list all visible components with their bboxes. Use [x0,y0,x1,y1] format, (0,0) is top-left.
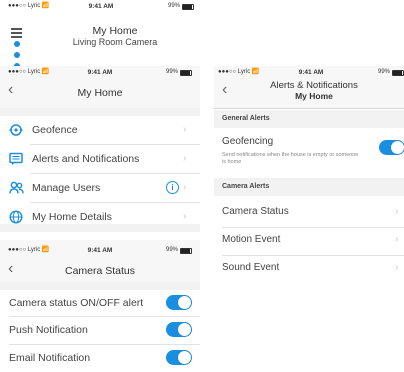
chat-icon [9,152,23,165]
battery-percent: 99% [165,69,178,75]
my-home-title: My Home [77,87,123,99]
menu-item-label: Manage Users [32,182,101,194]
toggle-label: Push Notification [9,324,88,336]
menu-item-label: My Home Details [32,211,112,223]
battery-icon [180,247,192,254]
clock: 9:41 AM [298,69,324,76]
push-notification-toggle[interactable] [166,322,192,337]
general-alerts-header: General Alerts [214,110,404,128]
camera-alert-label: Sound Event [222,262,280,273]
globe-icon [9,210,23,224]
geofencing-toggle[interactable] [379,140,404,155]
section-spacer [0,282,200,290]
email-notification-toggle[interactable] [166,350,192,365]
back-icon[interactable]: ‹ [8,81,13,99]
row-divider [9,344,200,345]
battery-icon [182,3,194,10]
battery-percent: 99% [165,247,178,253]
top-header-title: My Home [92,25,138,37]
clock: 9:41 AM [88,3,114,10]
camera-status-title: Camera Status [64,265,136,277]
alerts-screen: ●●●○○ Lyric 📶 9:41 AM 99% ‹ Alerts & Not… [214,66,404,286]
row-divider [222,255,404,256]
row-divider [222,227,404,228]
back-icon[interactable]: ‹ [222,81,227,99]
camera-alerts-header: Camera Alerts [214,178,404,196]
back-icon[interactable]: ‹ [8,260,13,278]
hamburger-menu-icon[interactable] [11,28,22,38]
toggle-label: Email Notification [9,352,91,364]
section-header-label: Camera Alerts [222,183,270,190]
geofencing-label: Geofencing [222,136,274,147]
my-home-screen: ●●●○○ Lyric 📶 9:41 AM 99% ‹ My Home Geof… [0,66,200,232]
chevron-right-icon: › [395,234,399,245]
alerts-title: Alerts & Notifications [270,80,358,91]
menu-item-alerts[interactable]: Alerts and Notifications › [0,145,200,173]
chevron-right-icon: › [183,124,187,135]
info-icon[interactable]: i [166,181,179,194]
chevron-right-icon: › [395,262,399,273]
status-bar-top: ●●●○○ Lyric 📶 9:41 AM 99% [8,2,194,11]
menu-item-label: Alerts and Notifications [32,153,140,165]
camera-status-toggle[interactable] [166,295,192,310]
section-spacer [0,224,200,232]
battery-indicator: 99% [168,2,194,11]
geofencing-row: Geofencing Send notifications when the h… [214,128,404,172]
battery-indicator: 99% [378,68,404,77]
battery-icon [180,69,192,76]
camera-status-navbar: ●●●○○ Lyric 📶 9:41 AM 99% ‹ Camera Statu… [0,240,200,283]
camera-alert-label: Camera Status [222,206,289,217]
status-bar-alerts: ●●●○○ Lyric 📶 9:41 AM 99% [218,68,404,77]
menu-item-label: Geofence [32,124,78,136]
camera-status-screen: ●●●○○ Lyric 📶 9:41 AM 99% ‹ Camera Statu… [0,240,200,372]
status-bar-my-home: ●●●○○ Lyric 📶 9:41 AM 99% [8,68,192,77]
battery-indicator: 99% [166,68,192,77]
location-pin-icon [9,124,23,136]
top-header-subtitle: Living Room Camera [72,37,158,47]
camera-alert-label: Motion Event [222,234,281,245]
clock: 9:41 AM [87,247,113,254]
alerts-subtitle: My Home [295,91,333,101]
chevron-right-icon: › [183,182,187,193]
toggle-row-camera-status: Camera status ON/OFF alert [0,290,200,315]
section-spacer [0,108,200,116]
status-bar-camera: ●●●○○ Lyric 📶 9:41 AM 99% [8,246,192,255]
camera-alert-motion-event[interactable]: Motion Event › [214,229,404,255]
section-header-label: General Alerts [222,115,270,122]
row-divider [9,316,200,317]
alerts-navbar: ●●●○○ Lyric 📶 9:41 AM 99% ‹ Alerts & Not… [214,66,404,109]
chevron-right-icon: › [395,206,399,217]
camera-alert-sound-event[interactable]: Sound Event › [214,257,404,283]
chevron-right-icon: › [183,211,187,222]
battery-indicator: 99% [166,246,192,255]
camera-alert-camera-status[interactable]: Camera Status › [214,199,404,225]
toggle-row-email: Email Notification [0,346,200,371]
battery-icon [392,69,404,76]
geofencing-description: Send notifications when the house is emp… [222,152,359,165]
menu-item-manage-users[interactable]: Manage Users i › [0,174,200,202]
chevron-right-icon: › [183,153,187,164]
battery-percent: 99% [377,69,390,75]
users-icon [9,181,24,194]
battery-percent: 99% [167,3,180,9]
menu-item-geofence[interactable]: Geofence › [0,116,200,144]
my-home-navbar: ●●●○○ Lyric 📶 9:41 AM 99% ‹ My Home [0,66,200,109]
toggle-label: Camera status ON/OFF alert [9,297,144,309]
toggle-row-push: Push Notification [0,318,200,343]
clock: 9:41 AM [87,69,113,76]
